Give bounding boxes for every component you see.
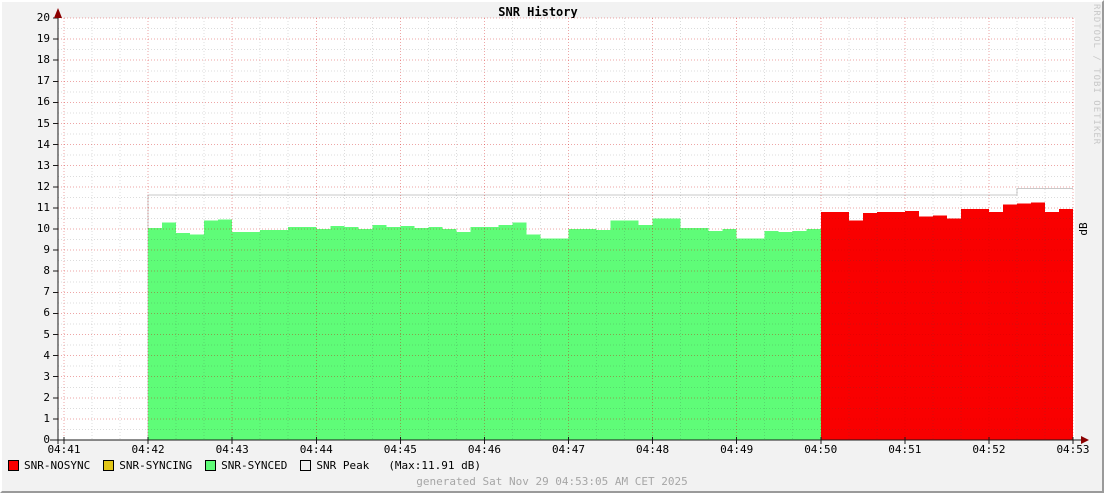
legend-item: SNR-SYNCED [205, 459, 287, 472]
x-tick-label: 04:44 [299, 443, 333, 456]
y-tick-label: 2 [43, 390, 50, 404]
y-tick-label: 14 [36, 137, 50, 151]
x-tick-label: 04:42 [131, 443, 165, 456]
y-tick-label: 17 [36, 74, 50, 88]
right-axis-label: dB [1077, 222, 1090, 236]
x-tick-label: 04:48 [636, 443, 670, 456]
legend: SNR-NOSYNC SNR-SYNCING SNR-SYNCED SNR Peak (… [8, 459, 481, 472]
y-tick-label: 19 [36, 32, 50, 46]
legend-swatch [205, 460, 217, 471]
x-tick-label: 04:49 [720, 443, 754, 456]
y-tick-label: 1 [43, 411, 50, 425]
y-tick-label: 20 [36, 11, 50, 24]
y-tick-label: 4 [43, 348, 50, 362]
x-tick-label: 04:46 [467, 443, 501, 456]
x-tick-label: 04:51 [888, 443, 922, 456]
legend-swatch [103, 460, 115, 471]
y-tick-label: 8 [43, 264, 50, 278]
x-tick-label: 04:50 [804, 443, 838, 456]
rrdtool-graph: SNR History 0 1 2 3 4 5 6 7 8 9 10 11 12 13 14 15 16 17 18… [0, 0, 1104, 493]
x-tick-label: 04:52 [972, 443, 1006, 456]
legend-label: SNR-SYNCING [119, 459, 193, 472]
legend-swatch [300, 460, 312, 471]
y-tick-label: 9 [43, 243, 50, 257]
legend-item: SNR-SYNCING [103, 459, 192, 472]
y-tick-label: 15 [36, 116, 50, 130]
x-tick-label: 04:47 [551, 443, 586, 456]
plot-area [50, 8, 1089, 444]
legend-item: SNR-NOSYNC [8, 459, 90, 472]
y-tick-label: 7 [43, 285, 50, 299]
generated-timestamp: generated Sat Nov 29 04:53:05 AM CET 202… [416, 475, 688, 488]
y-tick-label: 6 [43, 306, 50, 320]
legend-label: SNR Peak [316, 459, 370, 472]
y-tick-label: 11 [36, 200, 50, 214]
y-tick-label: 5 [43, 327, 50, 341]
y-tick-label: 18 [36, 53, 50, 67]
y-tick-label: 3 [43, 369, 50, 383]
rrdtool-watermark: RRDTOOL / TOBI OETIKER [1091, 4, 1101, 146]
y-tick-label: 13 [36, 158, 50, 172]
y-tick-label: 16 [36, 95, 50, 109]
x-tick-label: 04:53 [1056, 443, 1090, 456]
legend-item: SNR Peak [300, 459, 369, 472]
x-tick-label: 04:41 [47, 443, 81, 456]
x-tick-label: 04:45 [383, 443, 417, 456]
legend-swatch [8, 460, 19, 471]
y-tick-label: 12 [36, 179, 50, 193]
legend-max-note: (Max:11.91 dB) [388, 459, 482, 472]
y-tick-label: 10 [36, 222, 50, 235]
legend-label: SNR-SYNCED [221, 459, 288, 472]
legend-label: SNR-NOSYNC [24, 459, 91, 472]
x-tick-label: 04:43 [215, 443, 249, 456]
